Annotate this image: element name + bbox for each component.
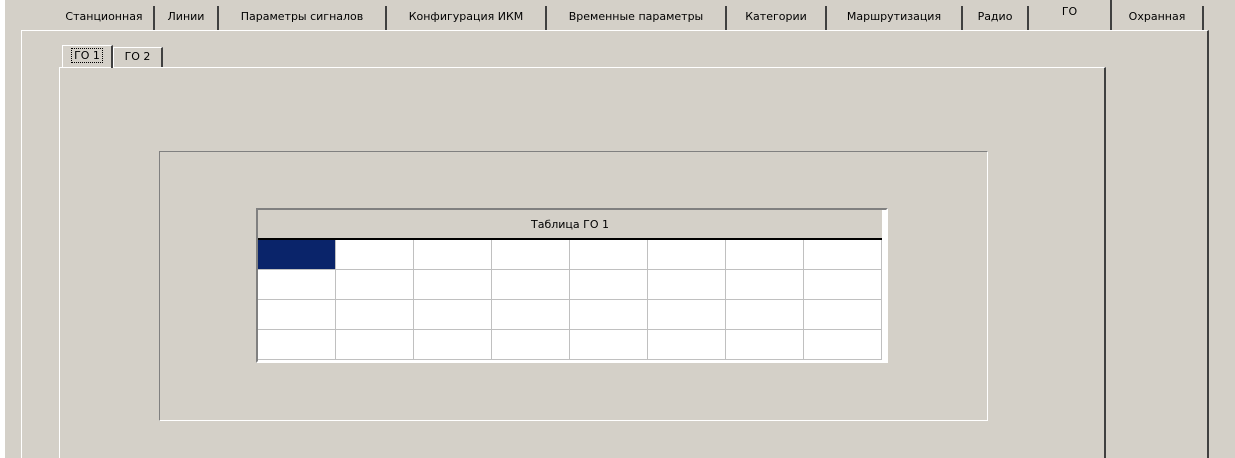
- tab-linii[interactable]: Линии: [155, 6, 219, 30]
- subtab-go-2[interactable]: ГО 2: [113, 47, 163, 67]
- grid-cell[interactable]: [335, 240, 414, 270]
- tab-marshrutizatsiya[interactable]: Маршрутизация: [827, 6, 963, 30]
- tab-stantsionnaya[interactable]: Станционная: [55, 6, 155, 30]
- table-row: [258, 299, 882, 330]
- grid-cell[interactable]: [491, 329, 570, 360]
- grid-cell[interactable]: [569, 299, 648, 330]
- grid-cell[interactable]: [258, 329, 336, 360]
- grid-cell[interactable]: [335, 269, 414, 300]
- tab-parametry-signalov[interactable]: Параметры сигналов: [219, 6, 387, 30]
- tab-vremennye-parametry[interactable]: Временные параметры: [547, 6, 727, 30]
- grid-cell[interactable]: [803, 240, 882, 270]
- grid-cell[interactable]: [647, 240, 726, 270]
- grid-cell[interactable]: [569, 329, 648, 360]
- settings-window: Станционная Линии Параметры сигналов Кон…: [5, 0, 1235, 458]
- tab-go[interactable]: ГО: [1029, 0, 1112, 30]
- grid-title-header: Таблица ГО 1: [258, 210, 882, 240]
- grid-cell-selected[interactable]: [258, 240, 336, 270]
- grid-cell[interactable]: [413, 299, 492, 330]
- grid-cell[interactable]: [803, 299, 882, 330]
- subtab-go-1-label: ГО 1: [71, 48, 103, 63]
- grid-cell[interactable]: [258, 269, 336, 300]
- grid-cell[interactable]: [491, 299, 570, 330]
- grid-cell[interactable]: [491, 269, 570, 300]
- grid-cell[interactable]: [258, 299, 336, 330]
- grid-cell[interactable]: [647, 269, 726, 300]
- table-row: [258, 240, 882, 270]
- tab-radio[interactable]: Радио: [963, 6, 1029, 30]
- grid-cell[interactable]: [491, 240, 570, 270]
- table-row: [258, 329, 882, 360]
- grid-cell[interactable]: [569, 240, 648, 270]
- subtab-go-2-label: ГО 2: [124, 50, 151, 63]
- grid-cell[interactable]: [647, 299, 726, 330]
- grid-cell[interactable]: [413, 269, 492, 300]
- table-row: [258, 269, 882, 300]
- grid-cell[interactable]: [803, 269, 882, 300]
- tab-okhrannaya[interactable]: Охранная: [1112, 6, 1204, 30]
- grid-cell[interactable]: [335, 329, 414, 360]
- grid-cell[interactable]: [569, 269, 648, 300]
- grid-cell[interactable]: [413, 329, 492, 360]
- main-tab-strip: Станционная Линии Параметры сигналов Кон…: [5, 0, 1235, 30]
- grid-cell[interactable]: [803, 329, 882, 360]
- grid-cell[interactable]: [647, 329, 726, 360]
- grid-cell[interactable]: [335, 299, 414, 330]
- tab-konfiguratsiya-ikm[interactable]: Конфигурация ИКМ: [387, 6, 547, 30]
- subtab-go-1[interactable]: ГО 1: [62, 45, 113, 68]
- grid-cell[interactable]: [725, 269, 804, 300]
- grid-cell[interactable]: [413, 240, 492, 270]
- grid-cell[interactable]: [725, 299, 804, 330]
- tab-kategorii[interactable]: Категории: [727, 6, 827, 30]
- grid-cells: [258, 240, 882, 360]
- go-table-grid[interactable]: Таблица ГО 1: [256, 208, 888, 363]
- grid-cell[interactable]: [725, 329, 804, 360]
- grid-cell[interactable]: [725, 240, 804, 270]
